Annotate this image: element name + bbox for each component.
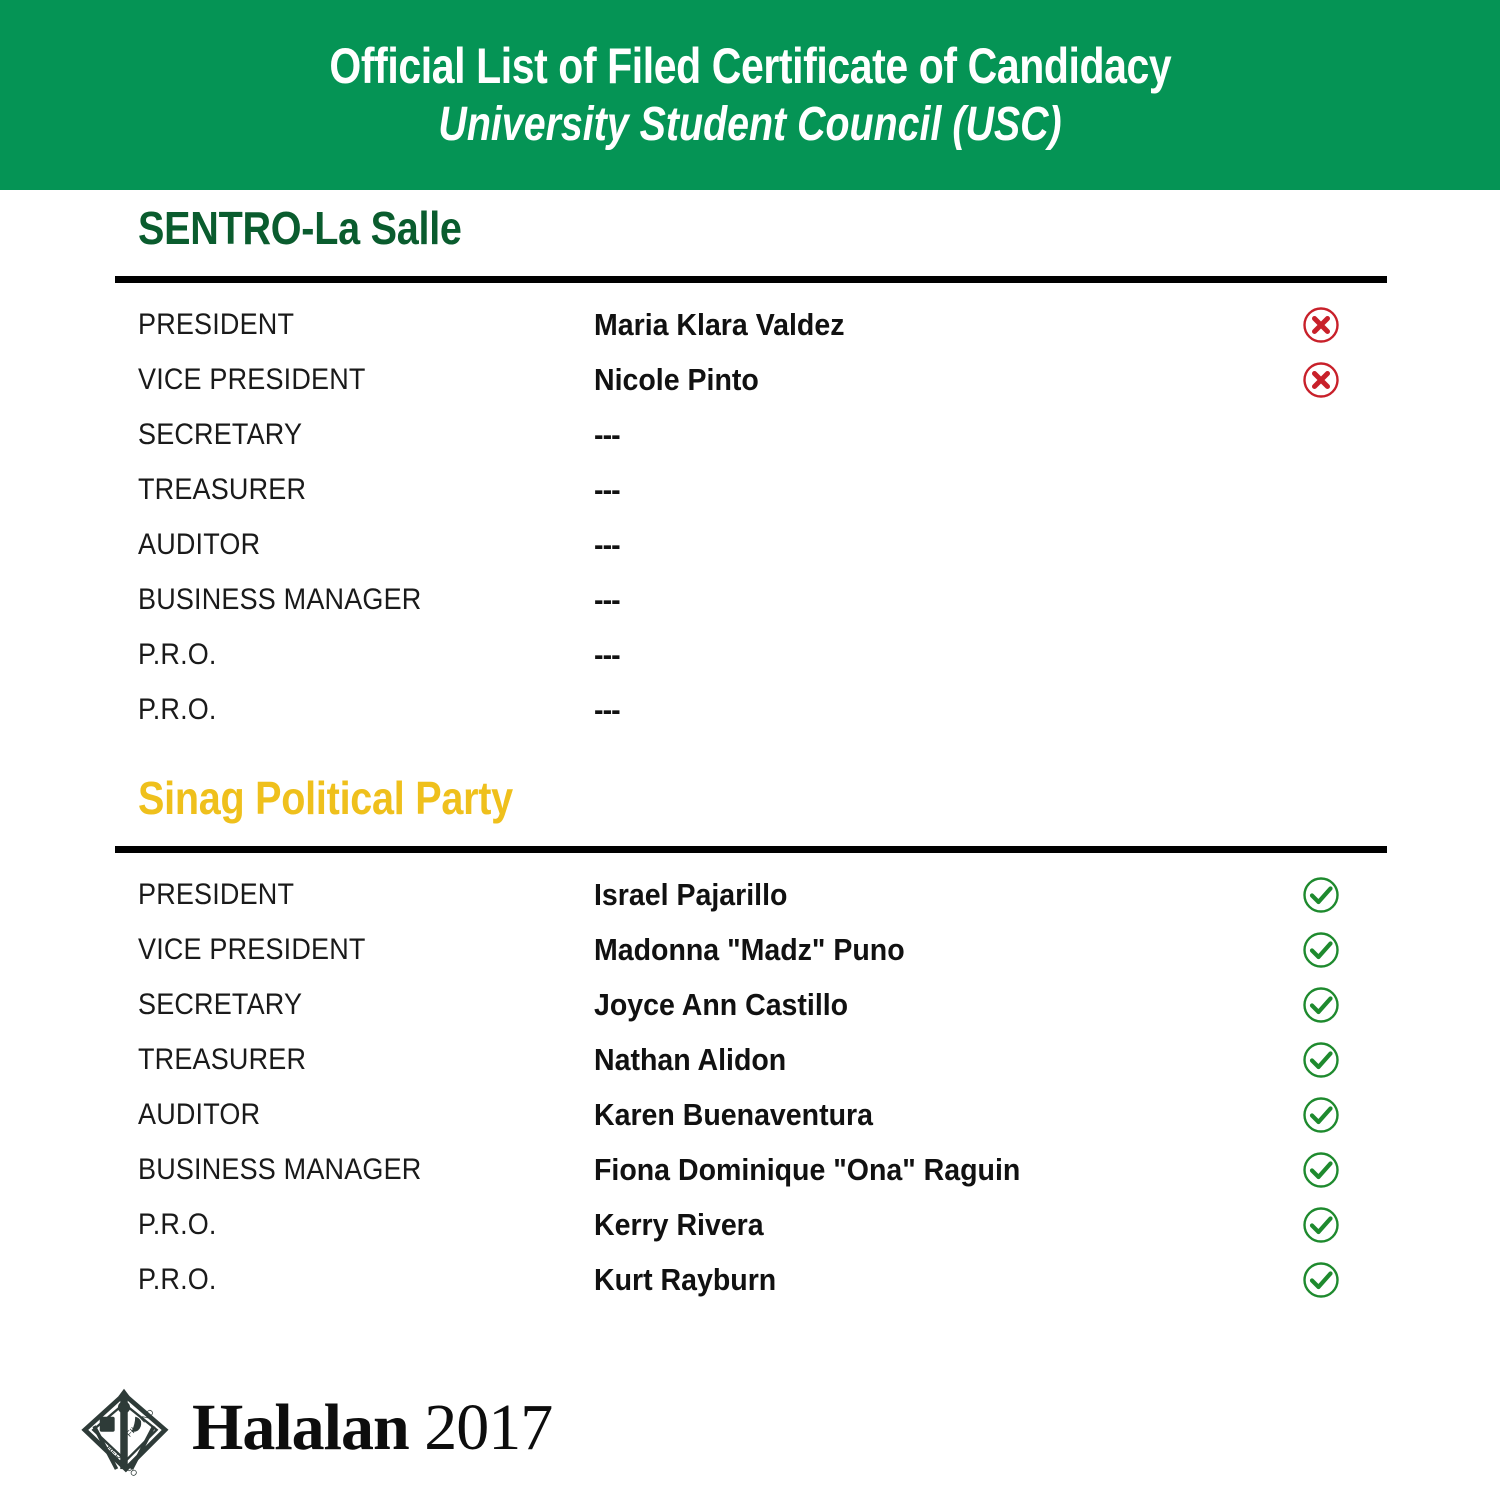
- candidate-name: Madonna "Madz" Puno: [594, 931, 905, 967]
- candidate-name: ---: [594, 581, 621, 617]
- candidate-name: Nicole Pinto: [594, 361, 759, 397]
- party-name: Sinag Political Party: [138, 772, 513, 824]
- candidate-name: Kurt Rayburn: [594, 1261, 777, 1297]
- page-subtitle: University Student Council (USC): [438, 98, 1062, 151]
- status-badge: [1300, 929, 1342, 971]
- table-row: PRESIDENT Maria Klara Valdez: [0, 297, 1500, 352]
- heraldo-filipino-logo-icon: HERALDO FILIPINO: [81, 1388, 169, 1478]
- table-row: BUSINESS MANAGER ---: [0, 572, 1500, 627]
- position-label: PRESIDENT: [138, 877, 295, 911]
- status-badge: [1300, 984, 1342, 1026]
- position-label: AUDITOR: [138, 1097, 261, 1131]
- position-label: TREASURER: [138, 472, 307, 506]
- check-circle-icon: [1303, 986, 1339, 1023]
- candidate-name: Fiona Dominique "Ona" Raguin: [594, 1151, 1021, 1187]
- position-label: PRESIDENT: [138, 307, 295, 341]
- status-badge: [1300, 1149, 1342, 1191]
- status-badge: [1300, 469, 1342, 511]
- status-badge: [1300, 359, 1342, 401]
- candidate-name: Karen Buenaventura: [594, 1096, 873, 1132]
- status-badge: [1300, 1204, 1342, 1246]
- position-label: AUDITOR: [138, 527, 261, 561]
- check-circle-icon: [1303, 1096, 1339, 1133]
- status-badge: [1300, 634, 1342, 676]
- page-header: Official List of Filed Certificate of Ca…: [0, 0, 1500, 190]
- position-label: P.R.O.: [138, 1262, 217, 1296]
- table-row: P.R.O. ---: [0, 627, 1500, 682]
- position-label: P.R.O.: [138, 692, 217, 726]
- status-badge: [1300, 874, 1342, 916]
- table-row: TREASURER ---: [0, 462, 1500, 517]
- candidate-name: ---: [594, 471, 621, 507]
- position-label: P.R.O.: [138, 1207, 217, 1241]
- check-circle-icon: [1303, 1041, 1339, 1078]
- check-circle-icon: [1303, 1151, 1339, 1188]
- brand-title: Halalan 2017: [192, 1390, 553, 1466]
- candidate-name: ---: [594, 691, 621, 727]
- position-label: VICE PRESIDENT: [138, 932, 366, 966]
- candidate-name: Joyce Ann Castillo: [594, 986, 849, 1022]
- candidate-name: Maria Klara Valdez: [594, 306, 845, 342]
- page-title: Official List of Filed Certificate of Ca…: [329, 38, 1171, 94]
- cross-circle-icon: [1303, 361, 1339, 398]
- table-row: TREASURER Nathan Alidon: [0, 1032, 1500, 1087]
- table-row: VICE PRESIDENT Madonna "Madz" Puno: [0, 922, 1500, 977]
- status-badge: [1300, 304, 1342, 346]
- table-row: P.R.O. Kurt Rayburn: [0, 1252, 1500, 1307]
- status-badge: [1300, 689, 1342, 731]
- candidate-list: PRESIDENT Israel Pajarillo VICE PRESIDENT M…: [0, 867, 1500, 1307]
- table-row: AUDITOR ---: [0, 517, 1500, 572]
- infographic-page: Official List of Filed Certificate of Ca…: [0, 0, 1500, 1500]
- position-label: P.R.O.: [138, 637, 217, 671]
- party-divider: [115, 276, 1387, 283]
- check-circle-icon: [1303, 931, 1339, 968]
- party-divider: [115, 846, 1387, 853]
- position-label: BUSINESS MANAGER: [138, 1152, 422, 1186]
- status-badge: [1300, 579, 1342, 621]
- status-badge: [1300, 1094, 1342, 1136]
- candidate-name: ---: [594, 636, 621, 672]
- candidate-name: ---: [594, 526, 621, 562]
- brand-lockup: HERALDO FILIPINO Halalan 2017: [68, 1355, 553, 1500]
- table-row: SECRETARY ---: [0, 407, 1500, 462]
- page-footer: HERALDO FILIPINO Halalan 2017 Proclaimed: [0, 1355, 1500, 1500]
- status-badge: [1300, 1259, 1342, 1301]
- status-badge: [1300, 1039, 1342, 1081]
- party-section-sinag: Sinag Political Party PRESIDENT Israel Pa…: [0, 775, 1500, 1307]
- table-row: AUDITOR Karen Buenaventura: [0, 1087, 1500, 1142]
- candidate-name: Nathan Alidon: [594, 1041, 787, 1077]
- brand-name: Halalan: [192, 1390, 410, 1464]
- candidate-name: ---: [594, 416, 621, 452]
- table-row: P.R.O. Kerry Rivera: [0, 1197, 1500, 1252]
- table-row: BUSINESS MANAGER Fiona Dominique "Ona" Ra…: [0, 1142, 1500, 1197]
- check-circle-icon: [1303, 1206, 1339, 1243]
- candidate-name: Israel Pajarillo: [594, 876, 788, 912]
- position-label: TREASURER: [138, 1042, 307, 1076]
- candidate-name: Kerry Rivera: [594, 1206, 764, 1242]
- table-row: P.R.O. ---: [0, 682, 1500, 737]
- table-row: SECRETARY Joyce Ann Castillo: [0, 977, 1500, 1032]
- check-circle-icon: [1303, 876, 1339, 913]
- candidate-list: PRESIDENT Maria Klara Valdez VICE PRESIDEN…: [0, 297, 1500, 737]
- position-label: BUSINESS MANAGER: [138, 582, 422, 616]
- table-row: PRESIDENT Israel Pajarillo: [0, 867, 1500, 922]
- position-label: SECRETARY: [138, 987, 303, 1021]
- party-section-sentro: SENTRO-La Salle PRESIDENT Maria Klara Val…: [0, 205, 1500, 737]
- cross-circle-icon: [1303, 306, 1339, 343]
- table-row: VICE PRESIDENT Nicole Pinto: [0, 352, 1500, 407]
- status-badge: [1300, 524, 1342, 566]
- position-label: VICE PRESIDENT: [138, 362, 366, 396]
- check-circle-icon: [1303, 1261, 1339, 1298]
- brand-year: 2017: [424, 1390, 553, 1464]
- party-name: SENTRO-La Salle: [138, 202, 462, 254]
- status-badge: [1300, 414, 1342, 456]
- position-label: SECRETARY: [138, 417, 303, 451]
